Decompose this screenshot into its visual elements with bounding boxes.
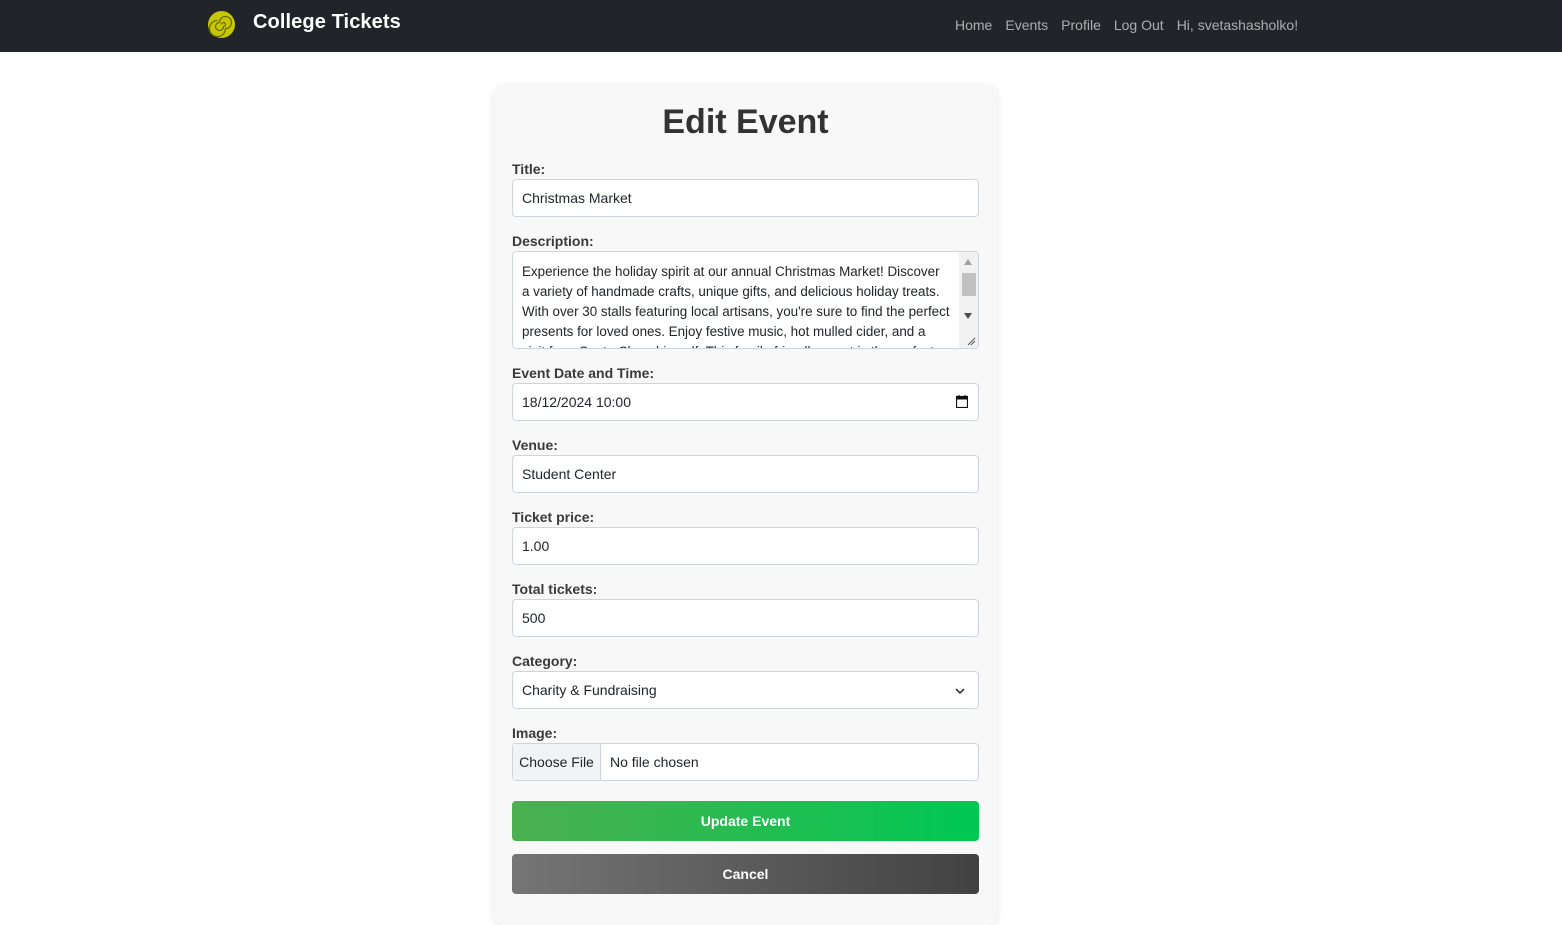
price-input[interactable]: 1.00 xyxy=(512,527,979,565)
file-status: No file chosen xyxy=(610,754,699,770)
nav-link-events[interactable]: Events xyxy=(1005,17,1048,33)
description-textarea[interactable]: Experience the holiday spirit at our ann… xyxy=(512,251,979,349)
price-label: Ticket price: xyxy=(512,509,595,525)
calendar-icon[interactable] xyxy=(956,395,968,408)
image-label: Image: xyxy=(512,725,558,741)
tickets-input[interactable]: 500 xyxy=(512,599,979,637)
nav-link-home[interactable]: Home xyxy=(955,17,992,33)
category-value: Charity & Fundraising xyxy=(522,682,657,698)
venue-input[interactable]: Student Center xyxy=(512,455,979,493)
tickets-label: Total tickets: xyxy=(512,581,598,597)
venue-label: Venue: xyxy=(512,437,558,453)
title-input[interactable]: Christmas Market xyxy=(512,179,979,217)
update-event-button[interactable]: Update Event xyxy=(512,801,979,841)
category-select[interactable]: Charity & Fundraising xyxy=(512,671,979,709)
chevron-down-icon xyxy=(955,688,965,695)
description-label: Description: xyxy=(512,233,594,249)
image-file-input[interactable]: Choose File No file chosen xyxy=(512,743,979,781)
category-label: Category: xyxy=(512,653,578,669)
title-label: Title: xyxy=(512,161,546,177)
user-greeting: Hi, svetashasholko! xyxy=(1176,17,1299,33)
scroll-down-arrow-icon[interactable] xyxy=(964,313,972,319)
scroll-up-arrow-icon[interactable] xyxy=(964,259,972,265)
datetime-label: Event Date and Time: xyxy=(512,365,655,381)
description-text: Experience the holiday spirit at our ann… xyxy=(522,264,950,348)
page-title: Edit Event xyxy=(662,103,829,141)
scroll-thumb[interactable] xyxy=(962,273,976,296)
description-scrollbar[interactable] xyxy=(959,252,978,348)
datetime-input[interactable]: 18/12/2024 10:00 xyxy=(512,383,979,421)
choose-file-button[interactable]: Choose File xyxy=(513,744,601,780)
nav-link-profile[interactable]: Profile xyxy=(1061,17,1101,33)
datetime-value: 18/12/2024 10:00 xyxy=(522,394,631,410)
navbar: College Tickets Home Events Profile Log … xyxy=(0,0,1562,52)
cancel-button[interactable]: Cancel xyxy=(512,854,979,894)
resize-grip-icon[interactable] xyxy=(966,336,976,346)
spiral-logo-icon[interactable] xyxy=(207,10,236,39)
nav-link-logout[interactable]: Log Out xyxy=(1114,17,1164,33)
brand-name[interactable]: College Tickets xyxy=(253,11,401,34)
nav-links: Home Events Profile Log Out Hi, svetasha… xyxy=(955,17,1298,33)
